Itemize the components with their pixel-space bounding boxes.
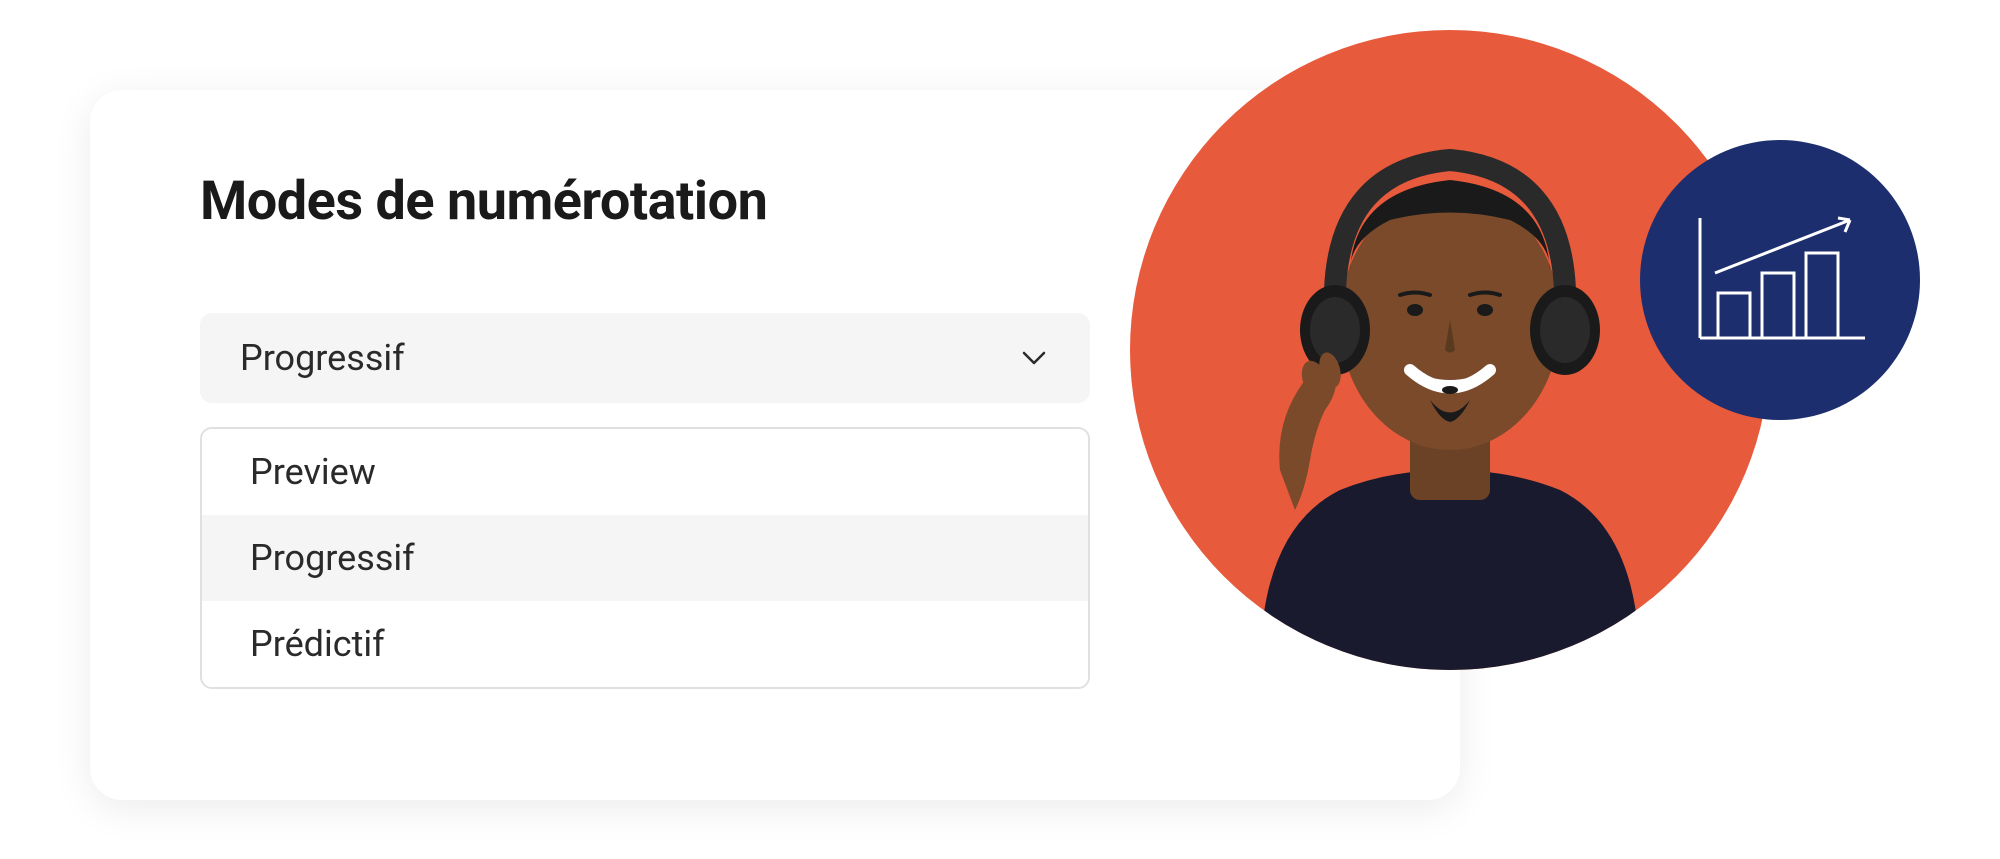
growth-chart-badge [1640,140,1920,420]
dropdown-option-preview[interactable]: Preview [202,429,1088,515]
dropdown-option-progressif[interactable]: Progressif [202,515,1088,601]
dropdown-selected-value: Progressif [240,337,405,379]
dialing-mode-dropdown: Progressif Preview Progressif Prédictif [200,313,1090,689]
dropdown-options-list: Preview Progressif Prédictif [200,427,1090,689]
growth-chart-icon [1690,208,1870,352]
dropdown-option-predictif[interactable]: Prédictif [202,601,1088,687]
chevron-down-icon [1018,342,1050,374]
dropdown-trigger[interactable]: Progressif [200,313,1090,403]
